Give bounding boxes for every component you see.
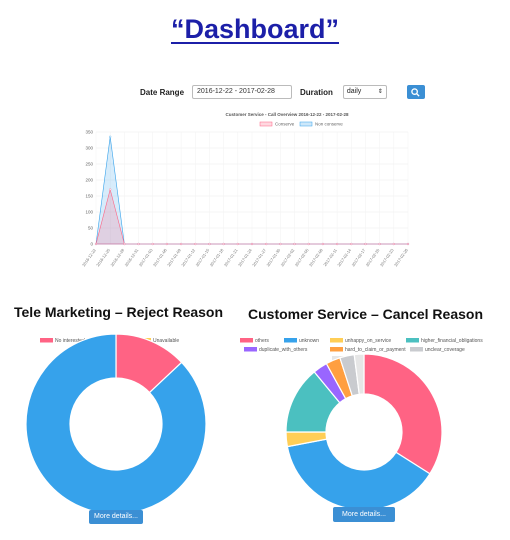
reject-reason-donut-chart: No interestedBusyUnavailable [25,333,207,510]
legend-label: unknown [299,338,319,344]
legend-label: higher_financial_obligations [421,338,483,344]
y-tick-label: 250 [85,162,93,167]
data-point [179,242,183,246]
legend-swatch [410,347,423,352]
y-tick-label: 0 [90,242,93,247]
chart-title: Customer Service - Call Overview 2016-12… [225,112,349,117]
data-point [250,242,254,246]
data-point [109,135,112,138]
data-point [321,242,325,246]
filter-bar: Date Range 2016-12-22 - 2017-02-28 Durat… [140,84,425,100]
legend-label: Non conserve [315,122,343,127]
y-tick-label: 200 [85,178,93,183]
call-overview-chart: Customer Service - Call Overview 2016-12… [82,112,410,267]
data-point [222,242,225,246]
data-point [392,242,395,246]
legend-label: Conserve [275,122,295,127]
duration-value: daily [346,88,362,95]
y-tick-label: 150 [85,194,93,199]
legend-swatch [284,338,297,343]
data-point [109,188,112,191]
page-title: “Dashboard” [170,14,340,44]
legend-swatch [330,347,343,352]
data-point [165,242,169,246]
y-tick-label: 350 [85,130,93,135]
data-point [279,242,282,246]
legend-label: unhappy_on_service [345,338,391,344]
duration-label: Duration [300,87,333,97]
data-point [151,242,154,246]
cancel-reason-donut-chart: others unknown unhappy_on_service higher_fi… [240,338,483,508]
legend-label: hard_to_claim_or_payment [345,347,406,353]
data-point [194,242,197,246]
y-tick-label: 50 [88,226,94,231]
legend-swatch [406,338,419,343]
data-point [94,242,98,246]
date-range-input[interactable]: 2016-12-22 - 2017-02-28 [192,85,293,99]
data-point [335,242,339,246]
data-point [123,242,126,246]
data-point [364,242,367,246]
legend-label: unclear_coverage [425,347,465,353]
search-icon [411,87,420,97]
legend-swatch [330,338,343,343]
pie-slice [363,353,443,475]
legend-swatch [40,338,53,343]
duration-select[interactable]: daily ⇕ [342,85,387,99]
legend-swatch [299,121,313,127]
data-point [208,242,211,246]
data-point [307,242,310,246]
customer-service-title: Customer Service – Cancel Reason [248,306,483,322]
search-button[interactable] [406,85,425,99]
data-point [293,242,296,246]
data-point [378,242,381,246]
tele-marketing-title: Tele Marketing – Reject Reason [14,304,224,320]
data-point [265,242,268,246]
legend-swatch [259,121,273,127]
legend-swatch [240,338,253,343]
x-tick-label: 2017-02-26 [393,247,409,267]
legend-label: duplicate_with_others [259,347,308,353]
y-tick-label: 100 [85,210,93,215]
date-range-label: Date Range [140,87,185,97]
updown-arrows-icon: ⇕ [377,89,383,95]
data-point [406,242,410,246]
data-point [236,242,239,246]
y-tick-label: 300 [85,146,93,151]
data-point [350,242,353,246]
legend-label: others [255,338,269,344]
cs-more-details-button[interactable]: More details... [333,507,395,522]
legend-swatch [244,347,257,352]
data-point [137,242,140,246]
tele-more-details-button[interactable]: More details... [89,510,143,524]
